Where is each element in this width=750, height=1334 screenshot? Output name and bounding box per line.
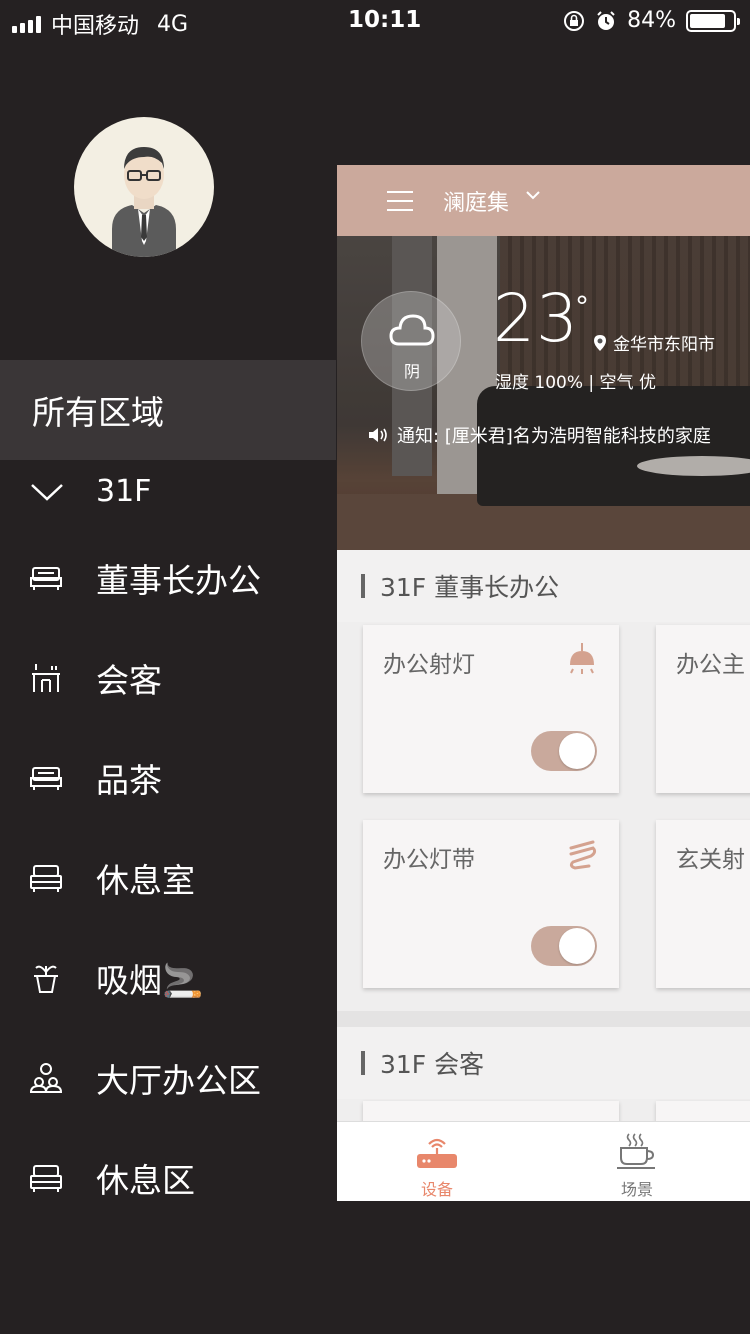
power-toggle[interactable]: [531, 926, 597, 966]
sidebar-item-label: 会客: [96, 661, 162, 700]
device-name: 办公射灯: [383, 652, 475, 678]
spotlight-icon: [570, 643, 594, 674]
sidebar-item-rest-area[interactable]: 休息区: [0, 1142, 336, 1212]
notice-bar[interactable]: 通知: [厘米君]名为浩明智能科技的家庭: [367, 422, 711, 448]
speaker-icon: [369, 428, 387, 442]
reception-icon: [32, 664, 60, 692]
weather-badge: 阴: [361, 291, 461, 391]
chevron-down-icon: [31, 484, 63, 501]
cloud-icon: [389, 314, 435, 346]
status-bar: 中国移动 4G 10:11 84%: [0, 0, 750, 42]
person-icon: [112, 147, 176, 257]
location: 金华市东阳市: [593, 330, 715, 355]
power-toggle[interactable]: [531, 731, 597, 771]
battery-icon: [686, 9, 740, 32]
sidebar-item-label: 休息室: [96, 861, 195, 900]
sidebar-item-reception[interactable]: 会客: [0, 642, 336, 712]
sidebar-item-label: 品茶: [96, 761, 162, 800]
device-card[interactable]: 办公主: [656, 625, 750, 793]
main-panel: 澜庭集 阴 23 ° 金华市东阳市 湿度 100% | 空气 优 通知: [厘米…: [337, 165, 750, 1201]
carrier-label: 中国移动: [51, 14, 140, 39]
top-bar: 澜庭集: [337, 165, 750, 236]
plant-icon: [34, 965, 58, 993]
sidebar-item-label: 大厅办公区: [96, 1061, 261, 1100]
status-left: 中国移动 4G: [12, 8, 188, 40]
chevron-down-icon[interactable]: [525, 189, 541, 201]
device-card[interactable]: 玄关射: [656, 820, 750, 988]
tab-label: 设备: [420, 1180, 453, 1199]
tab-bar: 设备 场景: [337, 1121, 750, 1201]
tab-label: 场景: [620, 1180, 653, 1199]
notice-text: 通知: [厘米君]名为浩明智能科技的家庭: [397, 426, 711, 447]
section-title: 31F 会客: [380, 1050, 485, 1079]
rest-bed-icon: [30, 865, 62, 892]
humidity-air: 湿度 100% | 空气 优: [495, 373, 656, 393]
section-title: 31F 董事长办公: [380, 573, 560, 602]
sidebar-item-smoking[interactable]: 吸烟🚬: [0, 942, 336, 1012]
section-header: 31F 董事长办公: [337, 550, 750, 622]
rest-bed-icon: [30, 1165, 62, 1192]
sidebar-item-tea[interactable]: 品茶: [0, 742, 336, 812]
degree-symbol: °: [575, 290, 589, 323]
weather-banner: 阴 23 ° 金华市东阳市 湿度 100% | 空气 优 通知: [厘米君]名为…: [337, 236, 750, 550]
tab-devices[interactable]: 设备: [377, 1132, 497, 1200]
device-card[interactable]: 办公射灯: [363, 625, 619, 793]
device-name: 玄关射: [676, 847, 745, 873]
router-icon: [417, 1138, 457, 1168]
sidebar-item-lounge[interactable]: 休息室: [0, 842, 336, 912]
floor-group-31f[interactable]: 31F: [0, 462, 336, 526]
clock: 10:11: [348, 7, 422, 33]
all-regions-item[interactable]: 所有区域: [0, 360, 336, 460]
menu-icon[interactable]: [387, 191, 413, 211]
people-icon: [29, 1063, 63, 1093]
section-header: 31F 会客: [337, 1027, 750, 1099]
rotation-lock-icon: [564, 10, 585, 31]
tab-scenes[interactable]: 场景: [577, 1132, 697, 1200]
device-card[interactable]: 办公灯带: [363, 820, 619, 988]
sidebar-item-label: 董事长办公: [96, 561, 261, 600]
alarm-icon: [597, 10, 615, 30]
location-label: 金华市东阳市: [613, 335, 715, 355]
battery-percent: 84%: [627, 8, 676, 33]
sidebar-item-label: 吸烟🚬: [96, 961, 204, 1000]
home-title[interactable]: 澜庭集: [443, 185, 509, 217]
bed-icon: [30, 567, 62, 590]
signal-icon: [12, 15, 41, 33]
sidebar-item-label: 休息区: [96, 1161, 195, 1200]
floor-label: 31F: [96, 474, 152, 509]
coffee-cup-icon: [617, 1133, 655, 1169]
sidebar-item-chairman-office[interactable]: 董事长办公: [0, 542, 336, 612]
location-pin-icon: [594, 334, 606, 351]
status-right: 84%: [563, 8, 740, 33]
section-divider: [337, 1011, 750, 1027]
temperature: 23: [493, 280, 579, 357]
bed-icon: [30, 767, 62, 790]
light-strip-icon: [569, 840, 597, 870]
device-name: 办公主: [676, 652, 745, 678]
sidebar-item-lobby-office[interactable]: 大厅办公区: [0, 1042, 336, 1112]
user-avatar[interactable]: [74, 117, 214, 257]
weather-condition: 阴: [403, 362, 420, 381]
device-name: 办公灯带: [383, 847, 475, 873]
all-regions-label: 所有区域: [32, 393, 164, 432]
network-label: 4G: [157, 11, 189, 37]
